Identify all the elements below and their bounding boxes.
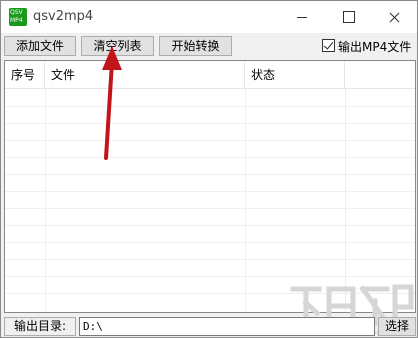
maximize-icon[interactable] [325,1,371,33]
app-icon [9,8,27,26]
close-icon[interactable] [371,1,417,33]
column-header-index[interactable]: 序号 [5,61,45,89]
output-dir-input[interactable]: D:\ [79,317,375,336]
grid-line [5,157,415,158]
grid-line [5,123,415,124]
grid-line [5,140,415,141]
title-bar[interactable]: qsv2mp4 [1,1,417,33]
output-mp4-label: 输出MP4文件 [338,40,412,54]
app-window: qsv2mp4 添加文件 清空列表 开始转换 输出MP4文件 序号 文件 状态 [0,0,418,338]
grid-line [5,208,415,209]
start-convert-button[interactable]: 开始转换 [159,36,232,56]
minimize-icon[interactable] [279,1,325,33]
grid-line [5,242,415,243]
clear-list-button[interactable]: 清空列表 [81,36,154,56]
window-title: qsv2mp4 [33,9,94,24]
checkbox-checked-icon[interactable] [322,39,335,52]
grid-line [5,259,415,260]
file-list[interactable]: 序号 文件 状态 [4,60,416,313]
column-header-file[interactable]: 文件 [45,61,245,89]
browse-button[interactable]: 选择 [378,317,416,336]
grid-line [5,106,415,107]
grid-line [5,174,415,175]
output-dir-label: 输出目录: [4,317,76,336]
grid-line [5,191,415,192]
add-file-button[interactable]: 添加文件 [4,36,76,56]
grid-line [5,225,415,226]
list-header: 序号 文件 状态 [5,61,415,89]
grid-line [5,276,415,277]
column-header-status[interactable]: 状态 [245,61,345,89]
